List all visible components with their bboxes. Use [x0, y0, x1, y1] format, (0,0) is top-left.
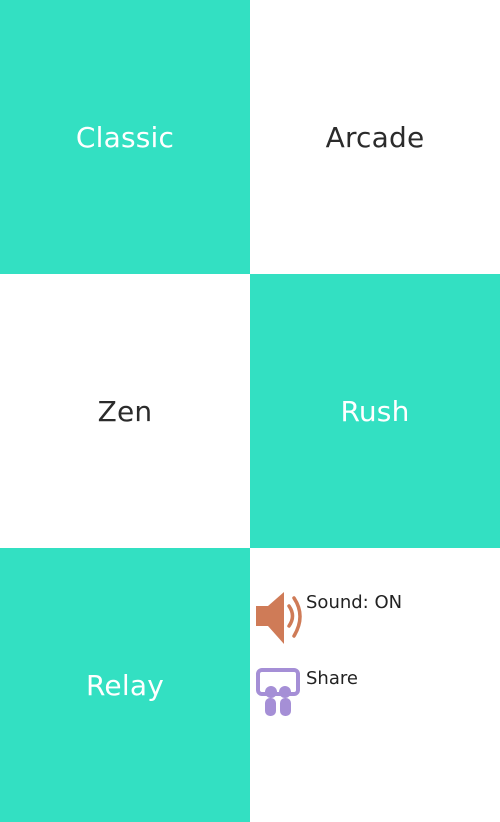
mode-rush-button[interactable]: Rush	[250, 274, 500, 548]
mode-classic-button[interactable]: Classic	[0, 0, 250, 274]
mode-zen-label: Zen	[97, 394, 153, 428]
mode-arcade-label: Arcade	[325, 120, 425, 154]
mode-zen-button[interactable]: Zen	[0, 274, 250, 548]
mode-relay-button[interactable]: Relay	[0, 548, 250, 822]
sound-label: Sound: ON	[306, 592, 403, 613]
share-button[interactable]: Share	[254, 666, 358, 722]
settings-panel: Sound: ON Share	[250, 548, 500, 822]
share-icon	[256, 668, 300, 716]
mode-rush-label: Rush	[340, 394, 410, 428]
mode-relay-label: Relay	[86, 668, 164, 702]
mode-arcade-button[interactable]: Arcade	[250, 0, 500, 274]
mode-menu: Classic Arcade Zen Rush Relay Sound: ON	[0, 0, 500, 822]
speaker-icon	[256, 592, 302, 644]
sound-toggle[interactable]: Sound: ON	[254, 590, 402, 646]
share-label: Share	[306, 668, 358, 689]
mode-classic-label: Classic	[75, 120, 175, 154]
